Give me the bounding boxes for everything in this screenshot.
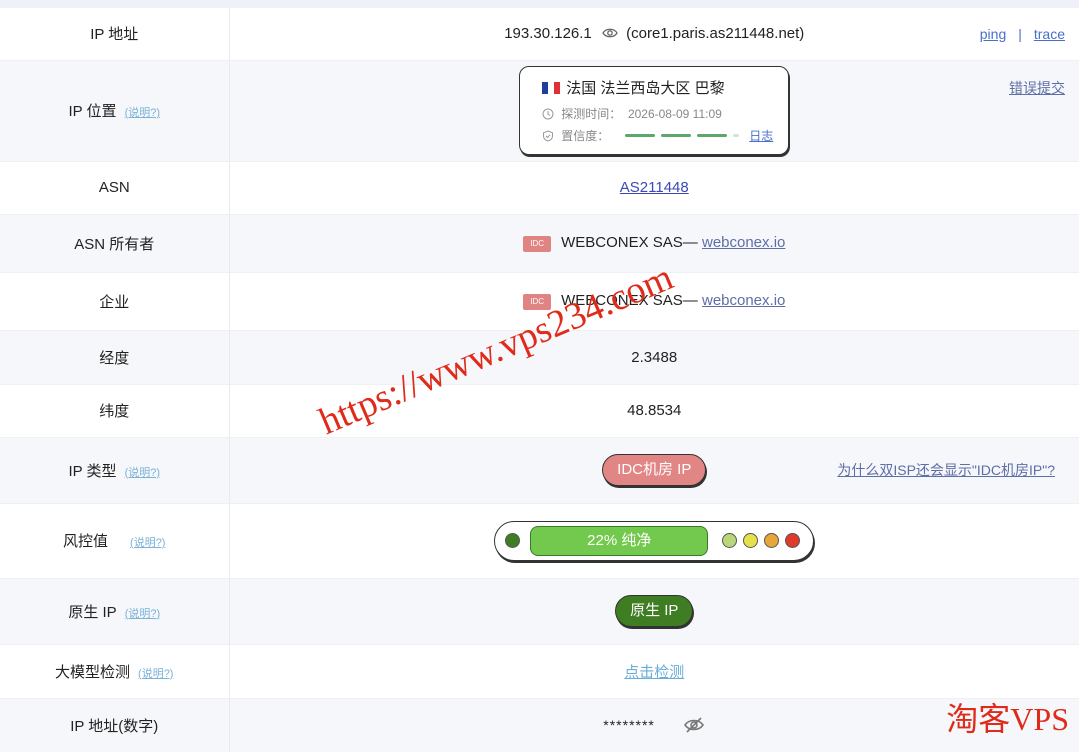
location-place: 法国 法兰西岛大区 巴黎 bbox=[566, 80, 725, 97]
clock-icon bbox=[542, 108, 554, 119]
label-longitude: 经度 bbox=[0, 330, 230, 385]
france-flag-icon bbox=[542, 82, 561, 94]
risk-dot-critical bbox=[785, 533, 801, 548]
row-asn: ASN AS211448 bbox=[0, 161, 1079, 215]
label-ip-numeric: IP 地址(数字) bbox=[0, 698, 230, 752]
row-asn-owner: ASN 所有者 IDC WEBCONEX SAS— webconex.io bbox=[0, 214, 1079, 273]
confidence-meter bbox=[625, 134, 740, 137]
link-separator: | bbox=[1018, 25, 1022, 42]
llm-hint-link[interactable]: (说明?) bbox=[138, 668, 173, 680]
eye-off-icon[interactable] bbox=[683, 716, 705, 734]
row-ip-location: IP 位置 (说明?) 法国 法兰西岛大区 巴黎 探测时间： 2026-08-09… bbox=[0, 60, 1079, 162]
risk-dot-high bbox=[764, 533, 780, 548]
error-report-link[interactable]: 错误提交 bbox=[1009, 78, 1065, 98]
llm-detect-link[interactable]: 点击检测 bbox=[624, 664, 684, 681]
label-latitude: 纬度 bbox=[0, 384, 230, 438]
risk-dot-low bbox=[722, 533, 738, 548]
label-company: 企业 bbox=[0, 272, 230, 331]
row-llm-detect: 大模型检测 (说明?) 点击检测 bbox=[0, 644, 1079, 699]
shield-icon bbox=[543, 129, 554, 142]
company-domain-link[interactable]: webconex.io bbox=[702, 292, 785, 309]
eye-icon[interactable] bbox=[602, 26, 618, 43]
label-asn: ASN bbox=[0, 161, 230, 215]
row-ip-type: IP 类型 (说明?) IDC机房 IP 为什么双ISP还会显示"IDC机房IP"… bbox=[0, 437, 1079, 504]
hostname-value: (core1.paris.as211448.net) bbox=[626, 24, 805, 42]
watermark-brand: 淘客VPS bbox=[946, 701, 1069, 737]
row-latitude: 纬度 48.8534 bbox=[0, 384, 1079, 438]
risk-meter: 22% 纯净 bbox=[494, 520, 815, 561]
probe-time-label: 探测时间： bbox=[561, 107, 622, 121]
location-card: 法国 法兰西岛大区 巴黎 探测时间： 2026-08-09 11:09 置信度：… bbox=[519, 66, 790, 155]
risk-scale bbox=[722, 533, 801, 548]
confidence-label: 置信度： bbox=[561, 129, 610, 143]
ip-info-table: IP 地址 193.30.126.1 (core1.paris.as211448… bbox=[0, 8, 1079, 752]
asn-owner-name: WEBCONEX SAS— bbox=[561, 234, 698, 252]
probe-time-value: 2026-08-09 11:09 bbox=[627, 106, 722, 121]
risk-dot-medium bbox=[743, 533, 759, 548]
native-hint-link[interactable]: (说明?) bbox=[125, 608, 160, 620]
ping-link[interactable]: ping bbox=[980, 26, 1006, 42]
row-risk: 风控值 (说明?) 22% 纯净 bbox=[0, 503, 1079, 579]
label-llm-detect: 大模型检测 bbox=[55, 663, 131, 681]
asn-owner-domain-link[interactable]: webconex.io bbox=[702, 234, 785, 251]
risk-hint-link[interactable]: (说明?) bbox=[130, 537, 165, 549]
label-ip-type: IP 类型 bbox=[68, 462, 117, 480]
why-idc-link[interactable]: 为什么双ISP还会显示"IDC机房IP"? bbox=[837, 460, 1055, 480]
idc-badge: IDC bbox=[523, 235, 552, 252]
location-hint-link[interactable]: (说明?) bbox=[125, 107, 160, 119]
trace-link[interactable]: trace bbox=[1034, 26, 1065, 42]
label-risk: 风控值 bbox=[63, 533, 109, 550]
label-native-ip: 原生 IP bbox=[68, 603, 117, 621]
ip-address-value: 193.30.126.1 bbox=[504, 24, 592, 42]
top-strip bbox=[0, 0, 1079, 8]
ip-type-badge: IDC机房 IP bbox=[602, 454, 707, 486]
native-ip-badge: 原生 IP bbox=[615, 595, 694, 627]
row-ip-numeric: IP 地址(数字) ******** bbox=[0, 698, 1079, 752]
longitude-value: 2.3488 bbox=[229, 330, 1079, 385]
label-ip-location: IP 位置 bbox=[68, 103, 117, 120]
risk-level-dot bbox=[505, 533, 521, 548]
ip-numeric-masked: ******** bbox=[603, 717, 655, 734]
label-asn-owner: ASN 所有者 bbox=[0, 214, 230, 273]
tool-links: ping | trace bbox=[980, 26, 1065, 42]
asn-link[interactable]: AS211448 bbox=[620, 179, 689, 196]
ip-type-hint-link[interactable]: (说明?) bbox=[125, 467, 160, 479]
label-ip-address: IP 地址 bbox=[0, 8, 230, 61]
row-ip-address: IP 地址 193.30.126.1 (core1.paris.as211448… bbox=[0, 8, 1079, 61]
log-link[interactable]: 日志 bbox=[749, 127, 773, 144]
row-native-ip: 原生 IP (说明?) 原生 IP bbox=[0, 578, 1079, 645]
risk-score-bar: 22% 纯净 bbox=[530, 525, 709, 556]
